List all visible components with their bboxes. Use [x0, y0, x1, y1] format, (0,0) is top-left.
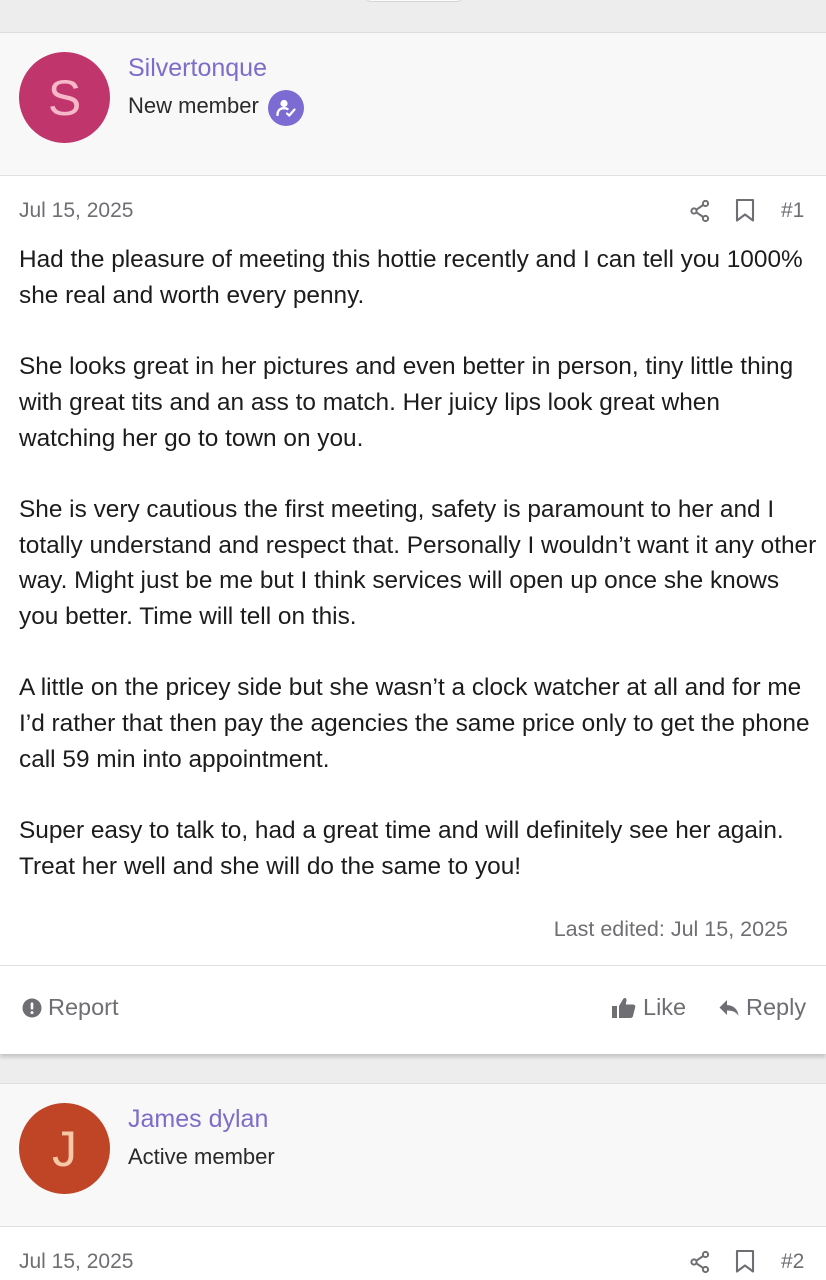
username-link[interactable]: James dylan — [128, 1105, 268, 1134]
top-tab-handle — [365, 0, 463, 2]
report-label: Report — [48, 994, 119, 1020]
post-1-user-block: S Silvertonque New member — [0, 33, 826, 176]
username-link[interactable]: Silvertonque — [128, 54, 267, 83]
post-2: J James dylan Active member Jul 15, 2025… — [0, 1083, 826, 1280]
reply-button[interactable]: Reply — [718, 994, 806, 1021]
share-icon[interactable] — [689, 199, 711, 228]
post-1: S Silvertonque New member Jul 15, 2025 #… — [0, 32, 826, 1054]
last-edited-link[interactable]: Last edited: Jul 15, 2025 — [554, 917, 788, 942]
user-title: New member — [128, 93, 259, 118]
alert-circle-icon — [22, 998, 42, 1017]
user-title: Active member — [128, 1144, 275, 1169]
avatar[interactable]: J — [19, 1103, 110, 1194]
post-2-user-block: J James dylan Active member — [0, 1084, 826, 1227]
post-number-link[interactable]: #2 — [781, 1250, 804, 1274]
bookmark-icon[interactable] — [735, 1249, 755, 1279]
thumbs-up-icon — [612, 997, 636, 1018]
post-actions-bar: Report Like Reply — [0, 965, 826, 1055]
post-paragraph: A little on the pricey side but she wasn… — [19, 674, 810, 773]
avatar[interactable]: S — [19, 52, 110, 143]
post-paragraph: She looks great in her pictures and even… — [19, 353, 794, 452]
user-verified-icon — [268, 90, 304, 126]
post-number-link[interactable]: #1 — [781, 199, 804, 223]
reply-label: Reply — [746, 994, 807, 1020]
post-paragraph: Had the pleasure of meeting this hottie … — [19, 246, 803, 309]
report-button[interactable]: Report — [22, 994, 119, 1021]
share-icon[interactable] — [689, 1250, 711, 1279]
post-date[interactable]: Jul 15, 2025 — [19, 199, 133, 223]
post-paragraph: Super easy to talk to, had a great time … — [19, 817, 784, 880]
post-paragraph: She is very cautious the first meeting, … — [19, 495, 817, 630]
like-label: Like — [643, 994, 687, 1020]
reply-arrow-icon — [719, 999, 739, 1016]
post-body: Had the pleasure of meeting this hottie … — [19, 242, 819, 885]
post-date[interactable]: Jul 15, 2025 — [19, 1250, 133, 1274]
bookmark-icon[interactable] — [735, 198, 755, 228]
like-button[interactable]: Like — [611, 994, 686, 1021]
